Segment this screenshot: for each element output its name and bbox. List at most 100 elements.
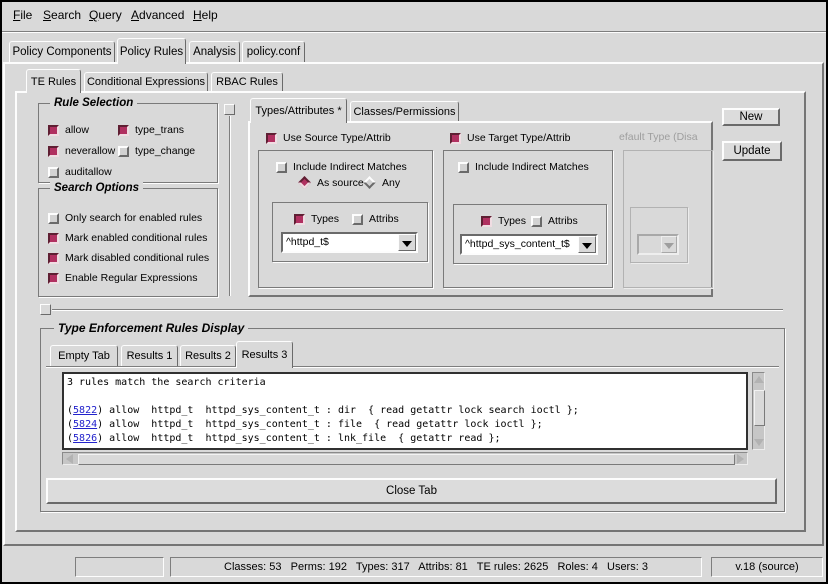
vertical-sash[interactable] [229, 116, 231, 296]
results-notebook-edge [46, 366, 779, 368]
checkbox-source-indirect[interactable] [276, 162, 287, 173]
resulttab-results-2[interactable]: Results 2 [180, 345, 236, 366]
tab-policy-rules[interactable]: Policy Rules [117, 38, 186, 64]
checkbox-type-change[interactable] [118, 146, 129, 157]
checkbox-use-target[interactable] [450, 133, 461, 144]
querytab-classes-permissions[interactable]: Classes/Permissions [350, 101, 459, 121]
subtab-te-rules[interactable]: TE Rules [26, 69, 81, 93]
rule-link[interactable]: 5824 [73, 419, 97, 430]
tab-policy-components[interactable]: Policy Components [9, 41, 115, 62]
menu-file[interactable]: File [13, 7, 32, 23]
close-tab-button[interactable]: Close Tab [46, 478, 777, 504]
status-version: v.18 (source) [735, 561, 798, 573]
tab-label: Conditional Expressions [87, 76, 205, 88]
source-type-combo[interactable]: ^httpd_t$ [281, 232, 418, 253]
menu-bar: File Search Query Advanced Help [0, 0, 828, 28]
horizontal-sash-handle[interactable] [40, 304, 51, 315]
checkbox-use-target-label: Use Target Type/Attrib [467, 132, 571, 145]
checkbox-source-attribs[interactable] [352, 214, 363, 225]
tab-label: policy.conf [247, 46, 300, 58]
status-stats: Classes: 53 Perms: 192 Types: 317 Attrib… [224, 561, 648, 573]
scrollbar-thumb[interactable] [78, 454, 735, 465]
scroll-down-arrow-icon[interactable] [754, 439, 764, 446]
scrollbar-thumb[interactable] [754, 390, 765, 426]
new-button[interactable]: New [722, 108, 780, 126]
scroll-right-arrow-icon[interactable] [737, 454, 744, 464]
checkbox-mark-enabled[interactable] [48, 233, 59, 244]
checkbox-type-trans[interactable] [118, 125, 129, 136]
resulttab-results-3[interactable]: Results 3 [236, 341, 293, 368]
checkbox-source-attribs-label: Attribs [369, 213, 399, 226]
checkbox-type-trans-label: type_trans [135, 124, 184, 137]
source-type-combo-arrow-button[interactable] [398, 234, 416, 251]
scroll-left-arrow-icon[interactable] [66, 454, 73, 464]
tab-label: Types/Attributes * [255, 105, 341, 117]
results-blank-line [67, 390, 743, 404]
rule-link[interactable]: 5826 [73, 433, 97, 444]
results-title: Type Enforcement Rules Display [54, 322, 248, 334]
subtab-conditional-expressions[interactable]: Conditional Expressions [84, 72, 208, 91]
checkbox-target-indirect[interactable] [458, 162, 469, 173]
horizontal-sash[interactable] [52, 309, 783, 311]
tab-analysis[interactable]: Analysis [189, 41, 240, 62]
tab-label: Results 1 [127, 350, 173, 362]
checkbox-mark-disabled-label: Mark disabled conditional rules [65, 252, 209, 265]
checkbox-auditallow[interactable] [48, 167, 59, 178]
chevron-down-icon [664, 243, 674, 249]
checkbox-mark-disabled[interactable] [48, 253, 59, 264]
checkbox-use-source[interactable] [266, 133, 277, 144]
results-rule-line: (5826) allow httpd_t httpd_sys_content_t… [67, 432, 743, 446]
chevron-down-icon [402, 241, 412, 247]
scroll-up-arrow-icon[interactable] [754, 376, 764, 383]
checkbox-target-attribs[interactable] [531, 216, 542, 227]
tab-label: TE Rules [31, 76, 76, 88]
checkbox-only-enabled[interactable] [48, 213, 59, 224]
checkbox-target-types[interactable] [481, 216, 492, 227]
checkbox-regex-label: Enable Regular Expressions [65, 272, 198, 285]
querytab-types-attributes[interactable]: Types/Attributes * [250, 98, 347, 123]
checkbox-target-indirect-label: Include Indirect Matches [475, 161, 589, 174]
status-version-box: v.18 (source) [711, 557, 823, 577]
tab-label: Results 3 [242, 349, 288, 361]
tab-label: RBAC Rules [216, 76, 278, 88]
tab-policy-conf[interactable]: policy.conf [242, 41, 305, 62]
subtab-rbac-rules[interactable]: RBAC Rules [211, 72, 283, 91]
checkbox-regex[interactable] [48, 273, 59, 284]
checkbox-only-enabled-label: Only search for enabled rules [65, 212, 202, 225]
results-vertical-scrollbar[interactable] [752, 372, 765, 450]
resulttab-results-1[interactable]: Results 1 [121, 345, 178, 366]
checkbox-neverallow-label: neverallow [65, 145, 115, 158]
tab-label: Policy Components [12, 46, 111, 58]
resulttab-empty[interactable]: Empty Tab [50, 345, 118, 366]
checkbox-allow[interactable] [48, 125, 59, 136]
vertical-sash-handle[interactable] [224, 104, 235, 115]
checkbox-neverallow[interactable] [48, 146, 59, 157]
radio-as-source-label: As source [317, 177, 364, 190]
chevron-down-icon [582, 243, 592, 249]
results-header: 3 rules match the search criteria [67, 376, 743, 390]
source-type-combo-value[interactable]: ^httpd_t$ [286, 236, 329, 248]
rule-text: ) allow httpd_t httpd_sys_content_t : fi… [97, 419, 543, 430]
checkbox-allow-label: allow [65, 124, 89, 137]
results-output[interactable]: 3 rules match the search criteria (5822)… [62, 372, 748, 450]
rule-text: ) allow httpd_t httpd_sys_content_t : ln… [97, 433, 500, 444]
status-stats-box: Classes: 53 Perms: 192 Types: 317 Attrib… [170, 557, 702, 577]
rule-selection-title: Rule Selection [50, 97, 137, 109]
default-type-label: efault Type (Disa [619, 131, 712, 144]
default-type-combo-arrow-button [661, 236, 677, 253]
menu-query[interactable]: Query [89, 7, 122, 23]
target-type-combo-value[interactable]: ^httpd_sys_content_t$ [465, 238, 570, 250]
menu-help[interactable]: Help [193, 7, 218, 23]
target-type-combo[interactable]: ^httpd_sys_content_t$ [460, 234, 598, 255]
target-type-combo-arrow-button[interactable] [578, 236, 596, 253]
results-horizontal-scrollbar[interactable] [62, 452, 748, 465]
checkbox-auditallow-label: auditallow [65, 166, 112, 179]
menu-advanced[interactable]: Advanced [131, 7, 184, 23]
menu-search[interactable]: Search [43, 7, 81, 23]
results-rule-line: (5822) allow httpd_t httpd_sys_content_t… [67, 404, 743, 418]
rule-link[interactable]: 5822 [73, 405, 97, 416]
update-button[interactable]: Update [722, 141, 782, 161]
checkbox-use-source-label: Use Source Type/Attrib [283, 132, 391, 145]
menu-separator [2, 31, 826, 33]
checkbox-source-types[interactable] [294, 214, 305, 225]
